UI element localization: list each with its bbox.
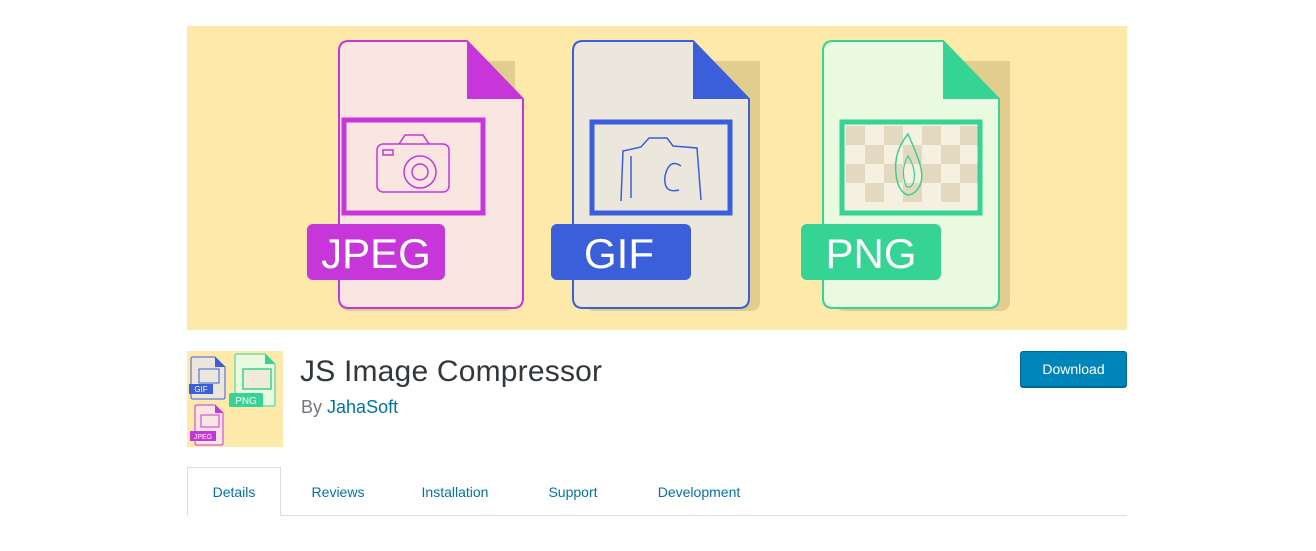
plugin-page: JPEG GIF PNG GIF PNG JPEG JS Image Compr… bbox=[0, 0, 1316, 551]
tab-installation[interactable]: Installation bbox=[403, 467, 507, 516]
icon-png-label: PNG bbox=[235, 396, 257, 407]
tab-support[interactable]: Support bbox=[532, 467, 614, 516]
plugin-banner: JPEG GIF PNG bbox=[187, 26, 1127, 330]
icon-jpeg-label: JPEG bbox=[194, 434, 212, 441]
gif-file-icon: GIF bbox=[551, 40, 760, 311]
byline-prefix: By bbox=[301, 397, 323, 417]
plugin-byline: By JahaSoft bbox=[301, 395, 398, 419]
jpeg-label: JPEG bbox=[321, 230, 431, 277]
tab-development[interactable]: Development bbox=[642, 467, 756, 516]
plugin-icon: GIF PNG JPEG bbox=[187, 351, 283, 447]
download-button[interactable]: Download bbox=[1020, 351, 1127, 387]
png-label: PNG bbox=[825, 230, 916, 277]
plugin-title: JS Image Compressor bbox=[300, 355, 603, 388]
tab-details[interactable]: Details bbox=[187, 467, 281, 516]
plugin-tabs: Details Reviews Installation Support Dev… bbox=[187, 467, 1127, 516]
jpeg-file-icon: JPEG bbox=[307, 40, 524, 311]
png-file-icon: PNG bbox=[801, 40, 1010, 311]
tab-reviews[interactable]: Reviews bbox=[294, 467, 382, 516]
icon-gif-label: GIF bbox=[194, 385, 207, 394]
gif-label: GIF bbox=[584, 230, 654, 277]
author-link[interactable]: JahaSoft bbox=[327, 397, 398, 417]
